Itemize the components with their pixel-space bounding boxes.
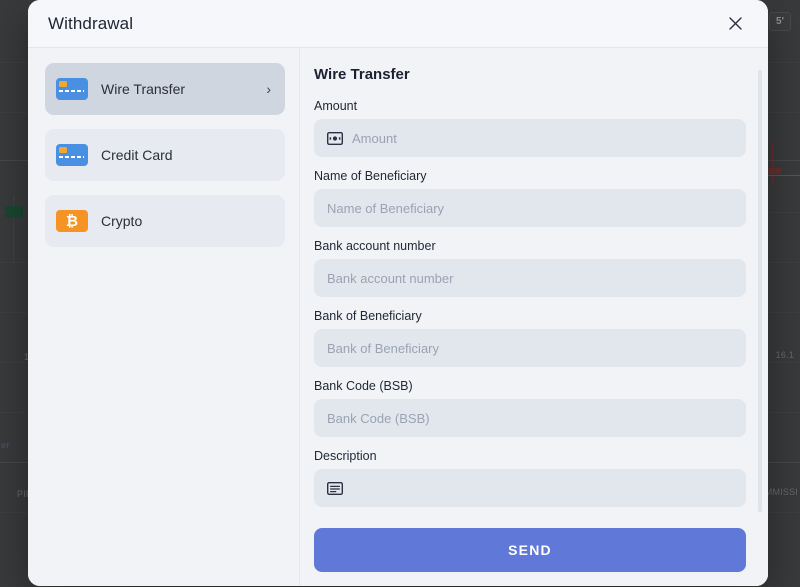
field-bank-of-beneficiary: Bank of Beneficiary Bank of Beneficiary [314,309,746,367]
credit-card-icon [56,78,88,100]
field-label: Amount [314,99,358,113]
modal-header: Withdrawal [28,0,768,48]
send-button[interactable]: SEND [314,528,746,572]
banknote-icon [327,131,343,145]
name-of-beneficiary-input[interactable]: Name of Beneficiary [314,189,746,227]
bitcoin-icon: ₿ [56,210,88,232]
field-label: Bank account number [314,239,436,253]
method-label: Credit Card [101,147,173,163]
form-heading: Wire Transfer [314,66,410,83]
bank-of-beneficiary-input[interactable]: Bank of Beneficiary [314,329,746,367]
bank-account-number-input[interactable]: Bank account number [314,259,746,297]
close-icon[interactable] [720,9,750,39]
method-label: Crypto [101,213,143,229]
amount-placeholder: Amount [352,130,397,146]
sidebar-item-wire-transfer[interactable]: Wire Transfer › [45,63,285,115]
sidebar-item-crypto[interactable]: ₿ Crypto [45,195,285,247]
field-label: Bank of Beneficiary [314,309,422,323]
page-title: Withdrawal [48,13,134,33]
field-label: Description [314,449,377,463]
bank-code-bsb-input[interactable]: Bank Code (BSB) [314,399,746,437]
bank-of-beneficiary-placeholder: Bank of Beneficiary [327,340,440,356]
withdrawal-form-column: Wire Transfer Amount Amount Name of Bene… [300,48,768,586]
field-bank-code-bsb: Bank Code (BSB) Bank Code (BSB) [314,379,746,437]
form-scrollbar[interactable] [758,70,762,512]
field-amount: Amount Amount [314,99,746,157]
field-label: Bank Code (BSB) [314,379,413,393]
bank-code-bsb-placeholder: Bank Code (BSB) [327,410,430,426]
field-bank-account-number: Bank account number Bank account number [314,239,746,297]
note-icon [327,481,343,495]
withdrawal-modal: Withdrawal Wire Transfer › Credit Card ₿… [28,0,768,586]
modal-body: Wire Transfer › Credit Card ₿ Crypto Wir… [28,48,768,586]
chevron-right-icon: › [266,81,271,97]
name-of-beneficiary-placeholder: Name of Beneficiary [327,200,445,216]
modal-footer: SEND [300,518,768,586]
credit-card-icon [56,144,88,166]
field-name-of-beneficiary: Name of Beneficiary Name of Beneficiary [314,169,746,227]
field-label: Name of Beneficiary [314,169,427,183]
form-scroll-area[interactable]: Wire Transfer Amount Amount Name of Bene… [300,48,768,518]
field-description: Description [314,449,746,507]
description-input[interactable] [314,469,746,507]
method-label: Wire Transfer [101,81,186,97]
bank-account-number-placeholder: Bank account number [327,270,454,286]
amount-input[interactable]: Amount [314,119,746,157]
withdrawal-method-list: Wire Transfer › Credit Card ₿ Crypto [28,48,300,586]
sidebar-item-credit-card[interactable]: Credit Card [45,129,285,181]
